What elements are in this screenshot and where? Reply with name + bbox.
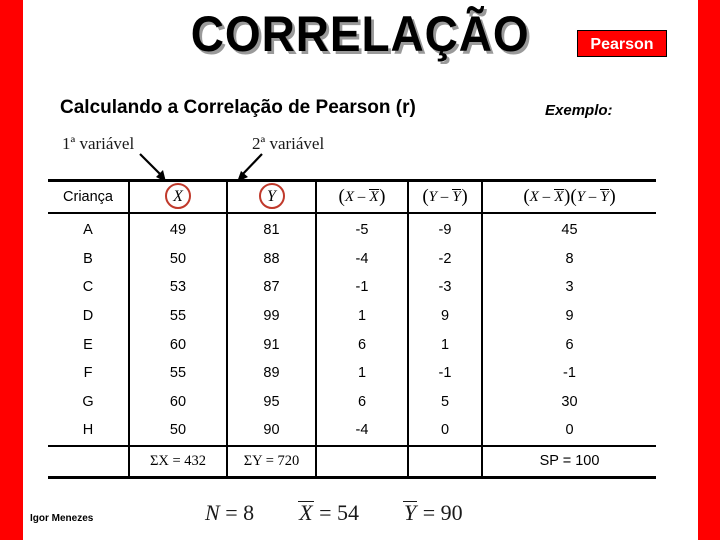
right-red-bar [698, 0, 720, 540]
table-row: E 60 91 6 1 6 [48, 330, 656, 359]
cell-x-deviation: -5 [316, 213, 409, 245]
annotation-first-variable-text: 1ª variável [62, 134, 135, 153]
cell-y-deviation: 1 [408, 330, 483, 359]
cell-x-deviation: -1 [316, 273, 409, 302]
header-x: X [129, 179, 228, 214]
table-row: H 50 90 -4 0 0 [48, 416, 656, 447]
cell-subject: E [48, 330, 130, 359]
total-y-deviation [408, 445, 483, 479]
cell-product: 6 [565, 336, 574, 353]
annotation-second-variable-text: 2ª variável [252, 134, 325, 153]
cell-y: 90 [227, 416, 317, 447]
cell-y-deviation: 9 [408, 301, 483, 331]
header-y-deviation: (Y – Y) [408, 179, 483, 214]
cell-y-deviation: -1 [408, 358, 483, 388]
circled-x-marker: X [165, 183, 191, 209]
header-x-deviation: (X – X) [316, 179, 409, 214]
header-product: (X – X)(Y – Y) [482, 179, 656, 214]
table-totals-row: ΣX = 432 ΣY = 720 SP = 100 [48, 445, 656, 479]
cell-subject: H [48, 416, 130, 447]
pearson-badge: Pearson [577, 30, 667, 57]
table-body: Criança X Y (X – X) (Y – Y) (X – X)(Y – … [48, 179, 656, 479]
circled-y-marker: Y [258, 183, 285, 209]
table-row: D 55 99 1 9 9 [48, 301, 656, 331]
header-y: Y [227, 179, 317, 214]
total-x-deviation [316, 445, 409, 479]
cell-x: 60 [129, 387, 228, 417]
cell-y: 87 [227, 273, 317, 302]
formula-xbar-value: = 54 [319, 500, 359, 525]
cell-subject: D [48, 301, 130, 331]
cell-x-deviation: -4 [316, 416, 409, 447]
cell-x: 60 [129, 330, 228, 359]
cell-y: 81 [227, 213, 317, 245]
formula-xbar: X = 54 [298, 500, 359, 526]
summary-formulas: N = 8 X = 54 Y = 90 [205, 500, 565, 526]
table-row: G 60 95 6 5 30 [48, 387, 656, 417]
cell-y-deviation: 0 [408, 416, 483, 447]
cell-x: 53 [129, 273, 228, 302]
table-row: F 55 89 1 -1 -1 [48, 358, 656, 388]
formula-n-value: = 8 [225, 500, 255, 525]
cell-x-deviation: 1 [316, 301, 409, 331]
cell-product: 0 [482, 416, 656, 447]
cell-y-deviation: -3 [408, 273, 483, 302]
total-sum-products: SP = 100 [482, 445, 656, 479]
page-title: CORRELAÇÃO [190, 6, 530, 62]
total-sum-x: ΣX = 432 [129, 445, 228, 479]
cell-product: 9 [565, 308, 574, 325]
total-sum-y: ΣY = 720 [227, 445, 317, 479]
annotation-first-variable: 1ª variável [62, 134, 134, 154]
cell-product: 30 [561, 393, 578, 410]
cell-y: 95 [227, 387, 317, 417]
cell-subject: C [48, 273, 130, 302]
cell-y-deviation: -2 [408, 244, 483, 274]
header-subject: Criança [48, 179, 130, 214]
table-header-row: Criança X Y (X – X) (Y – Y) (X – X)(Y – … [48, 179, 656, 214]
formula-n: N = 8 [205, 500, 254, 526]
formula-ybar-value: = 90 [422, 500, 463, 525]
cell-product: 45 [561, 222, 578, 239]
cell-y: 99 [227, 301, 317, 331]
formula-n-label: N [205, 500, 220, 525]
table-row: C 53 87 -1 -3 3 [48, 273, 656, 302]
total-subject [48, 445, 130, 479]
cell-y-deviation: 5 [408, 387, 483, 417]
cell-x-deviation: -4 [316, 244, 409, 274]
cell-subject: B [48, 244, 130, 274]
cell-x: 49 [129, 213, 228, 245]
cell-y-deviation: -9 [408, 213, 483, 245]
formula-xbar-label: X [298, 500, 314, 525]
annotation-second-variable: 2ª variável [252, 134, 324, 154]
cell-x: 55 [129, 358, 228, 388]
table-row: A 49 81 -5 -9 45 [48, 213, 656, 245]
cell-product: 3 [565, 279, 574, 296]
left-red-bar [0, 0, 23, 540]
cell-subject: A [48, 213, 130, 245]
formula-ybar-label: Y [402, 500, 418, 525]
formula-ybar: Y = 90 [402, 500, 463, 526]
cell-subject: G [48, 387, 130, 417]
author-credit: Igor Menezes [30, 513, 94, 524]
cell-x-deviation: 6 [316, 387, 409, 417]
table-row: B 50 88 -4 -2 8 [48, 244, 656, 274]
cell-x: 50 [129, 244, 228, 274]
cell-x: 50 [129, 416, 228, 447]
cell-x-deviation: 6 [316, 330, 409, 359]
cell-subject: F [48, 358, 130, 388]
cell-x: 55 [129, 301, 228, 331]
subtitle: Calculando a Correlação de Pearson (r) [60, 97, 416, 118]
cell-x-deviation: 1 [316, 358, 409, 388]
cell-y: 89 [227, 358, 317, 388]
cell-y: 91 [227, 330, 317, 359]
correlation-table: Criança X Y (X – X) (Y – Y) (X – X)(Y – … [48, 179, 656, 479]
cell-product: 8 [565, 250, 574, 267]
cell-product: -1 [563, 365, 576, 382]
cell-y: 88 [227, 244, 317, 274]
example-label: Exemplo: [545, 102, 613, 119]
correlation-table-container: Criança X Y (X – X) (Y – Y) (X – X)(Y – … [48, 179, 656, 479]
